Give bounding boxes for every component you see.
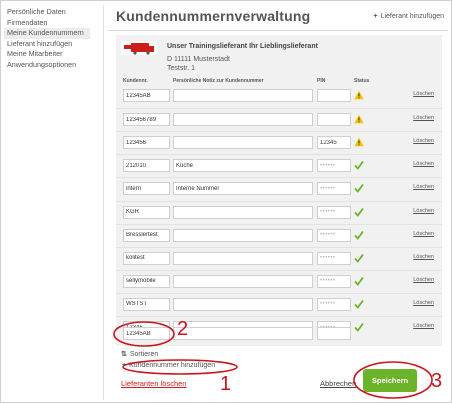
new-customer-number-input[interactable]: [123, 327, 170, 340]
sidebar: Persönliche Daten Firmendaten Meine Kund…: [4, 7, 102, 71]
delete-row-link[interactable]: Löschen: [413, 277, 434, 283]
annotation-number-3: 3: [431, 370, 443, 392]
warning-icon: [354, 137, 364, 147]
sort-label: Sortieren: [129, 351, 159, 358]
note-input[interactable]: [173, 297, 313, 311]
checkmark-icon: [354, 253, 364, 263]
warning-icon: [354, 90, 364, 100]
note-input[interactable]: [173, 251, 313, 265]
column-header-pin: PIN: [317, 78, 326, 84]
sidebar-item-anwendungsoptionen[interactable]: Anwendungsoptionen: [7, 60, 102, 71]
pin-input[interactable]: [317, 205, 351, 219]
sidebar-item-persoenliche-daten[interactable]: Persönliche Daten: [7, 7, 102, 18]
new-note-input[interactable]: [173, 327, 313, 340]
checkmark-icon: [354, 184, 364, 194]
save-button[interactable]: Speichern: [363, 369, 417, 392]
annotation-number-2: 2: [177, 318, 189, 340]
table-row: Löschen: [116, 154, 442, 177]
note-input[interactable]: [173, 205, 313, 219]
page-title: Kundennummernverwaltung: [116, 8, 311, 24]
sidebar-item-lieferant-hinzufuegen[interactable]: Lieferant hinzufügen: [7, 39, 102, 50]
pin-input[interactable]: [317, 297, 351, 311]
annotation-number-1: 1: [220, 373, 232, 395]
table-row: Löschen: [116, 85, 442, 108]
checkmark-icon: [354, 299, 364, 309]
add-customer-number-button[interactable]: + Kundennummer hinzufügen: [122, 362, 215, 369]
pin-input[interactable]: [317, 89, 351, 102]
customer-number-input[interactable]: [123, 205, 170, 219]
supplier-address-line1: D 11111 Musterstadt: [167, 56, 230, 63]
sort-button[interactable]: ⇅ Sortieren: [121, 350, 158, 358]
delete-row-link[interactable]: Löschen: [413, 91, 434, 97]
delete-row-link[interactable]: Löschen: [413, 254, 434, 260]
pin-input[interactable]: [317, 159, 351, 173]
delete-row-link[interactable]: Löschen: [413, 184, 434, 190]
table-row: Löschen: [116, 177, 442, 200]
delete-row-link[interactable]: Löschen: [413, 161, 434, 167]
table-row: Löschen: [116, 292, 442, 316]
note-input[interactable]: [173, 274, 313, 288]
delete-supplier-link[interactable]: Lieferanten löschen: [121, 379, 186, 388]
table-row: Löschen: [116, 269, 442, 293]
new-pin-input[interactable]: [317, 327, 351, 340]
pin-input[interactable]: [317, 274, 351, 288]
pin-input[interactable]: [317, 113, 351, 127]
pin-input[interactable]: [317, 228, 351, 242]
pin-input[interactable]: [317, 251, 351, 265]
add-supplier-link[interactable]: + Lieferant hinzufügen: [373, 13, 444, 20]
pin-input[interactable]: [317, 182, 351, 196]
note-input[interactable]: [173, 228, 313, 242]
table-row: Löschen: [116, 131, 442, 154]
column-header-status: Status: [354, 78, 370, 84]
sidebar-item-meine-kundennummern[interactable]: Meine Kundennummern: [4, 28, 90, 39]
checkmark-icon: [354, 161, 364, 171]
table-row: Löschen: [116, 223, 442, 247]
customer-number-input[interactable]: [123, 182, 170, 196]
note-input[interactable]: [173, 159, 313, 173]
delete-row-link[interactable]: Löschen: [413, 138, 434, 144]
supplier-address: D 11111 Musterstadt Teststr. 1: [167, 55, 230, 73]
plus-icon: +: [373, 13, 378, 20]
note-input[interactable]: [173, 89, 313, 102]
supplier-address-line2: Teststr. 1: [167, 65, 196, 72]
customer-number-input[interactable]: [123, 136, 170, 150]
customer-number-input[interactable]: [123, 113, 170, 127]
column-header-note: Persönliche Notiz zur Kundennummer: [173, 78, 264, 84]
table-row: Löschen: [116, 108, 442, 131]
table-row: Löschen: [116, 246, 442, 270]
checkmark-icon: [354, 276, 364, 286]
note-input[interactable]: [173, 136, 313, 150]
table-row: Löschen: [116, 200, 442, 224]
customer-number-input[interactable]: [123, 274, 170, 288]
delete-row-link[interactable]: Löschen: [413, 208, 434, 214]
customer-number-input[interactable]: [123, 228, 170, 242]
note-input[interactable]: [173, 182, 313, 196]
title-divider: [108, 30, 448, 31]
sidebar-item-firmendaten[interactable]: Firmendaten: [7, 18, 102, 29]
add-supplier-label: Lieferant hinzufügen: [380, 13, 444, 20]
customer-number-input[interactable]: [123, 89, 170, 102]
new-customer-number-row: [116, 323, 442, 346]
cancel-link[interactable]: Abbrechen: [320, 379, 356, 388]
delete-row-link[interactable]: Löschen: [413, 115, 434, 121]
customer-number-input[interactable]: [123, 297, 170, 311]
delete-row-link[interactable]: Löschen: [413, 231, 434, 237]
supplier-name: Unser Trainingslieferant Ihr Lieblingsli…: [167, 43, 318, 50]
customer-number-input[interactable]: [123, 159, 170, 173]
sidebar-divider: [103, 5, 104, 400]
delete-row-link[interactable]: Löschen: [413, 300, 434, 306]
note-input[interactable]: [173, 113, 313, 127]
sort-icon: ⇅: [121, 351, 127, 358]
checkmark-icon: [354, 207, 364, 217]
supplier-logo: [121, 41, 157, 55]
warning-icon: [354, 114, 364, 124]
plus-icon: +: [122, 362, 127, 369]
column-header-customer-number: Kundennr.: [123, 78, 148, 84]
customer-number-input[interactable]: [123, 251, 170, 265]
sidebar-item-meine-mitarbeiter[interactable]: Meine Mitarbeiter: [7, 49, 102, 60]
pin-input[interactable]: [317, 136, 351, 150]
checkmark-icon: [354, 230, 364, 240]
add-customer-number-label: Kundennummer hinzufügen: [129, 362, 216, 369]
